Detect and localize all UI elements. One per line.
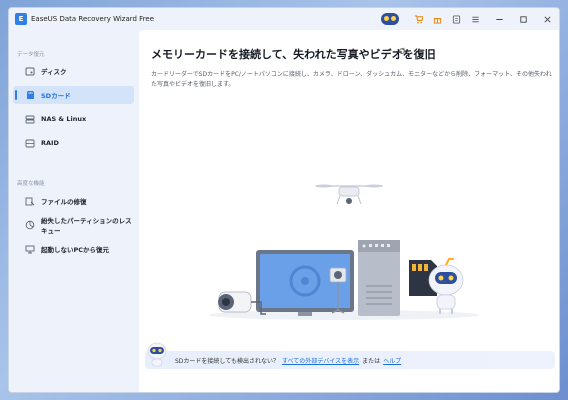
mascot-icon[interactable] [381,13,399,25]
sidebar-item-label: SDカード [41,92,71,100]
app-window: E EaseUS Data Recovery Wizard Free データ復元… [8,7,560,393]
close-icon[interactable] [539,11,555,27]
sidebar-item-label: RAID [41,139,59,147]
show-all-devices-link[interactable]: すべての外部デバイスを表示 [282,356,359,365]
sidebar-item-label: ディスク [41,68,67,76]
section-label-advanced: 高度な機能 [17,181,45,187]
monitor-icon [256,250,354,316]
sidebar-item-label: 起動しないPCから復元 [41,246,110,254]
page-title: メモリーカードを接続して、失われた写真やビデオを復旧 [151,48,436,61]
sidebar-item-label: NAS & Linux [41,115,87,123]
section-label-data-recovery: データ復元 [17,52,45,58]
pc-tower-icon [358,240,400,316]
minimize-icon[interactable] [491,11,507,27]
sidebar-item-sdcard[interactable]: SDカード [13,86,134,104]
drone-icon [315,184,383,205]
info-icon[interactable] [448,11,464,27]
app-logo: E [15,13,27,25]
raid-icon [25,139,35,148]
app-title: EaseUS Data Recovery Wizard Free [31,15,155,23]
sidebar-item-label: ファイルの修復 [41,198,87,206]
sidebar-item-disk[interactable]: ディスク [13,62,134,80]
sdcard-icon [25,91,35,100]
bottom-hint-text: SDカードを接続しても検出されない？ [175,357,279,365]
sidebar-item-partition-rescue[interactable]: 紛失したパーティションのレスキュー [13,216,134,235]
bottom-help-bar: SDカードを接続しても検出されない？ すべての外部デバイスを表示 または ヘルプ [145,342,555,369]
sidebar-item-file-repair[interactable]: ファイルの修復 [13,192,134,210]
help-link[interactable]: ヘルプ [383,356,401,365]
sidebar-item-raid[interactable]: RAID [13,134,134,152]
sidebar: データ復元 ディスク SDカード NAS & Linux RAID 高度な機能 … [9,30,139,392]
nas-icon [25,115,35,124]
mascot-icon [147,342,167,367]
refresh-icon[interactable] [398,47,406,57]
partition-icon [25,220,35,230]
title-controls [381,8,559,30]
disk-icon [25,67,35,76]
main-panel: メモリーカードを接続して、失われた写真やビデオを復旧 カードリーダーでSDカード… [139,30,559,392]
sidebar-item-nas-linux[interactable]: NAS & Linux [13,110,134,128]
title-bar: E EaseUS Data Recovery Wizard Free [9,8,559,30]
menu-icon[interactable] [467,11,483,27]
maximize-icon[interactable] [515,11,531,27]
pc-icon [25,245,35,254]
sidebar-item-label: 紛失したパーティションのレスキュー [41,217,132,235]
repair-icon [25,197,35,206]
sidebar-item-unbootable-pc[interactable]: 起動しないPCから復元 [13,240,134,258]
cart-icon[interactable] [410,11,426,27]
page-description: カードリーダーでSDカードをPC/ノートパソコンに接続し、カメラ、ドローン、ダッ… [151,71,552,88]
gift-icon[interactable] [429,11,445,27]
illustration [209,184,479,320]
active-indicator [15,90,17,100]
or-text: または [362,357,381,365]
